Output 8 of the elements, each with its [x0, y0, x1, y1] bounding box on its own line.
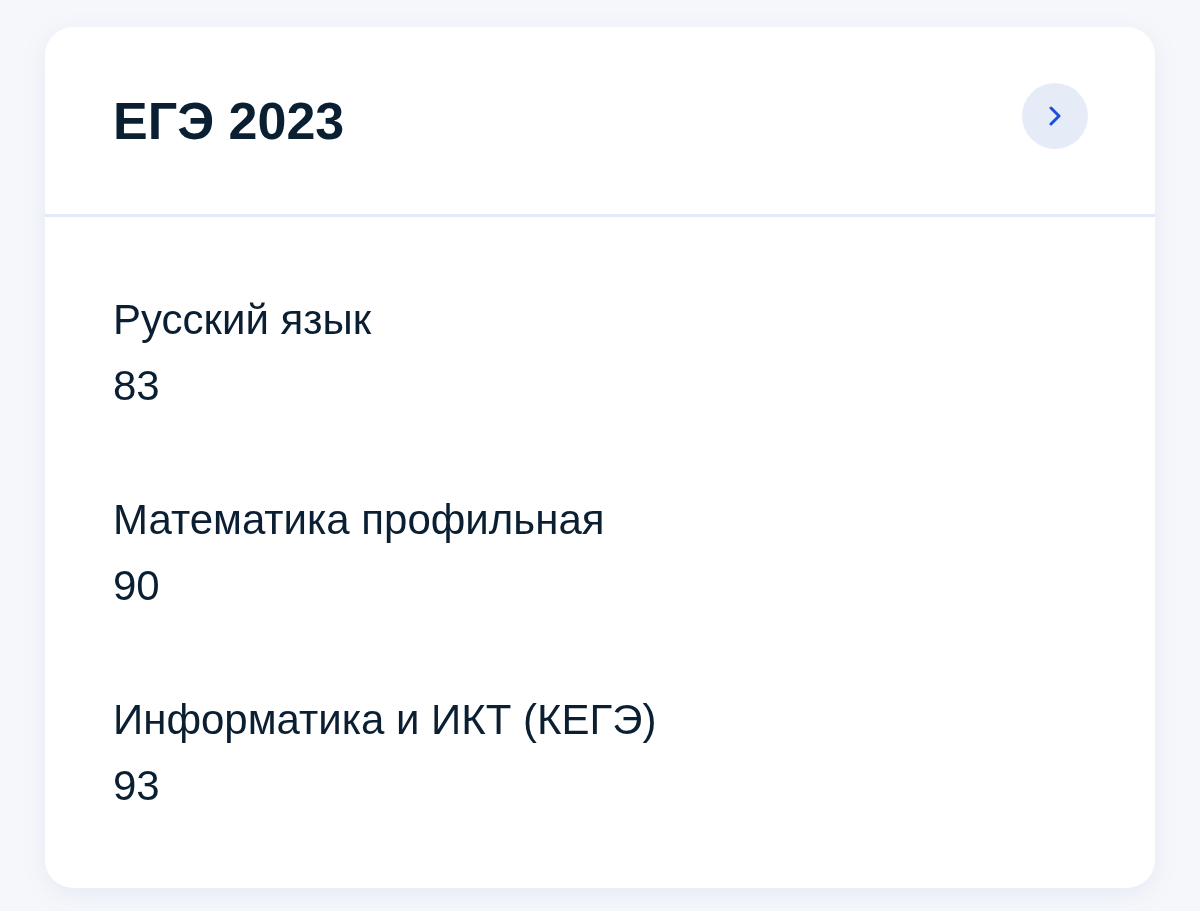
card-title: ЕГЭ 2023: [113, 90, 345, 152]
subject-name: Русский язык: [113, 295, 372, 345]
subject-score: 93: [113, 761, 160, 811]
subject-name: Математика профильная: [113, 495, 605, 545]
subject-name: Информатика и ИКТ (КЕГЭ): [113, 695, 657, 745]
subject-score: 90: [113, 561, 160, 611]
subject-score: 83: [113, 361, 160, 411]
chevron-right-icon: [1049, 105, 1061, 126]
